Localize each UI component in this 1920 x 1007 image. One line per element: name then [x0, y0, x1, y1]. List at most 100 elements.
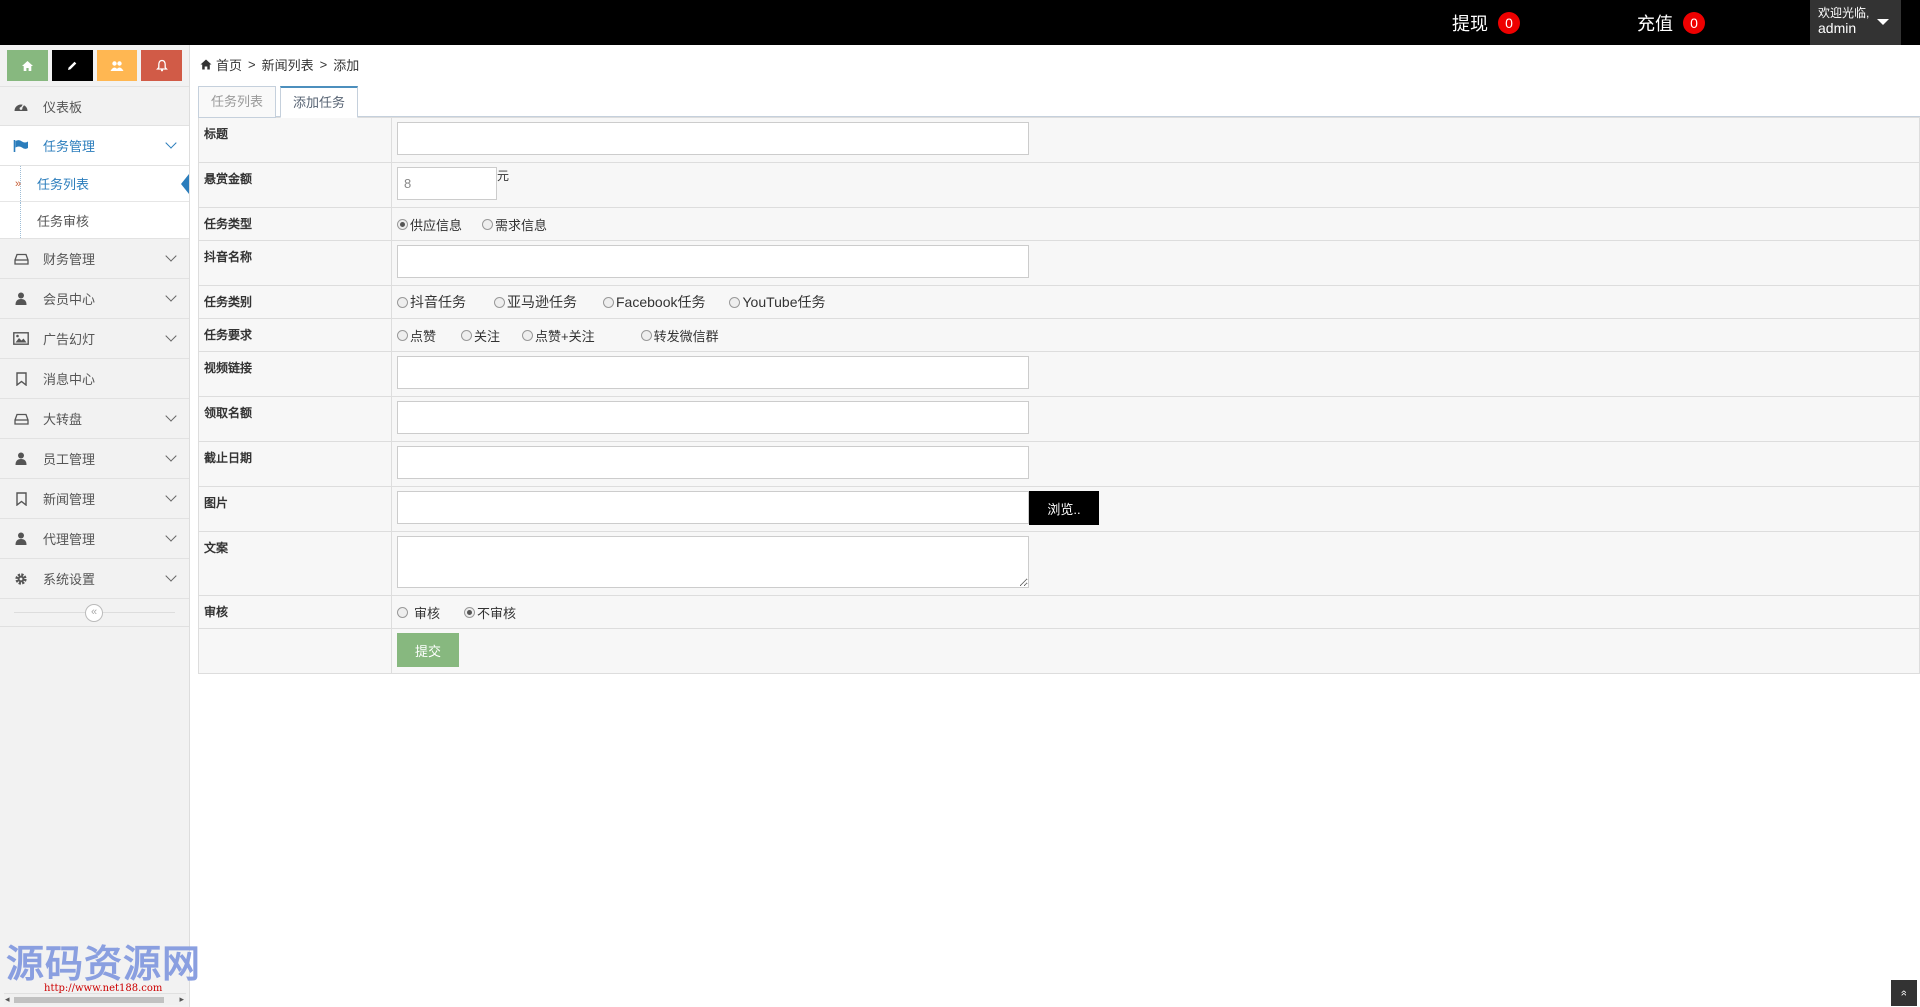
browse-button[interactable]: 浏览.. [1029, 491, 1099, 525]
sidebar-item-settings[interactable]: 系统设置 [0, 559, 189, 599]
submit-button[interactable]: 提交 [397, 633, 459, 667]
user-icon [13, 531, 29, 547]
sidebar-item-member-center[interactable]: 会员中心 [0, 279, 189, 319]
chevron-down-icon [165, 250, 177, 262]
user-menu[interactable]: 欢迎光临, admin [1810, 0, 1901, 45]
tab-task-list[interactable]: 任务列表 [198, 86, 277, 118]
title-label: 标题 [198, 117, 392, 163]
radio-label: 点赞+关注 [535, 328, 595, 344]
back-to-top-button[interactable]: » [1891, 980, 1917, 1006]
user-icon [13, 451, 29, 467]
radio-label: 不审核 [477, 605, 517, 621]
require-like-follow-radio[interactable]: 点赞+关注 [522, 326, 595, 345]
submenu-item-task-list[interactable]: » 任务列表 [0, 166, 189, 202]
task-submenu: » 任务列表 任务审核 [0, 166, 189, 239]
radio-unchecked-icon [494, 296, 505, 308]
deadline-input[interactable] [397, 446, 1029, 479]
breadcrumb-current: 添加 [333, 57, 360, 73]
watermark-title: 源码资源网 [6, 941, 202, 986]
require-wechat-radio[interactable]: 转发微信群 [640, 326, 719, 345]
sidebar-item-finance[interactable]: 财务管理 [0, 239, 189, 279]
requirement-label: 任务要求 [198, 318, 392, 352]
category-facebook-radio[interactable]: Facebook任务 [603, 292, 705, 312]
sidebar-item-staff[interactable]: 员工管理 [0, 439, 189, 479]
radio-unchecked-icon [397, 329, 408, 341]
submenu-item-task-review[interactable]: 任务审核 [0, 202, 189, 238]
image-path-input[interactable] [397, 491, 1029, 524]
image-label: 图片 [198, 486, 392, 532]
sidebar-item-label: 财务管理 [43, 252, 96, 267]
reward-input[interactable] [397, 167, 497, 200]
category-amazon-radio[interactable]: 亚马逊任务 [494, 292, 577, 312]
category-label: 任务类别 [198, 285, 392, 319]
pencil-shortcut-button[interactable] [51, 50, 93, 81]
type-label: 任务类型 [198, 207, 392, 241]
require-like-radio[interactable]: 点赞 [397, 326, 436, 345]
title-input[interactable] [397, 122, 1029, 155]
sidebar-item-label: 仪表板 [43, 99, 83, 115]
sidebar-item-message-center[interactable]: 消息中心 [0, 359, 189, 399]
scroll-left-icon: ◂ [5, 994, 10, 1004]
chevron-down-icon [165, 137, 177, 149]
home-shortcut-button[interactable] [7, 50, 48, 81]
recharge-count-badge: 0 [1683, 12, 1705, 34]
type-demand-radio[interactable]: 需求信息 [482, 215, 547, 234]
sidebar-item-label: 代理管理 [43, 532, 96, 547]
scrollbar-thumb[interactable] [14, 997, 164, 1003]
form-row-requirement: 任务要求 点赞 关注 点赞+关注 转发微信群 [198, 318, 1920, 352]
sidebar-item-news[interactable]: 新闻管理 [0, 479, 189, 519]
bookmark-icon [13, 491, 29, 507]
withdraw-link[interactable]: 提现 0 [1452, 10, 1520, 36]
audit-yes-radio[interactable]: 审核 [397, 603, 440, 622]
quota-input[interactable] [397, 401, 1029, 434]
sidebar-item-wheel[interactable]: 大转盘 [0, 399, 189, 439]
sidebar-item-dashboard[interactable]: 仪表板 [0, 86, 189, 126]
watermark-logo: 源码资源网 http://www.net188.com [6, 941, 206, 994]
copy-textarea[interactable] [397, 536, 1029, 588]
audit-label: 审核 [198, 595, 392, 629]
bell-shortcut-button[interactable] [141, 50, 182, 81]
sidebar-item-agents[interactable]: 代理管理 [0, 519, 189, 559]
double-arrow-icon: » [15, 177, 22, 190]
shortcut-buttons [0, 45, 189, 86]
sidebar: 仪表板 任务管理 » 任务列表 任务审核 财务管理 会员中心 广告幻灯 消息中心… [0, 45, 200, 1007]
horizontal-scrollbar[interactable]: ◂ ▸ [4, 993, 186, 1005]
require-follow-radio[interactable]: 关注 [461, 326, 500, 345]
sidebar-collapse-button[interactable]: « [85, 604, 103, 622]
sidebar-item-label: 任务管理 [43, 139, 96, 154]
withdraw-label: 提现 [1452, 14, 1488, 34]
chevron-down-icon [165, 290, 177, 302]
breadcrumb-news-list[interactable]: 新闻列表 [262, 55, 314, 74]
tab-bar: 任务列表 添加任务 [198, 83, 1920, 118]
chevron-down-icon [165, 330, 177, 342]
radio-unchecked-icon [397, 606, 408, 618]
video-link-input[interactable] [397, 356, 1029, 389]
category-douyin-radio[interactable]: 抖音任务 [397, 292, 466, 312]
radio-unchecked-icon [482, 218, 494, 230]
submenu-item-label: 任务列表 [37, 177, 90, 192]
tab-add-task[interactable]: 添加任务 [280, 86, 359, 118]
radio-label: 转发微信群 [653, 328, 719, 344]
chevron-down-icon [165, 450, 177, 462]
breadcrumb-home[interactable]: 首页 [216, 55, 242, 74]
sidebar-item-label: 系统设置 [43, 572, 96, 587]
picture-icon [13, 331, 29, 347]
bell-icon [155, 59, 168, 72]
radio-label: 亚马逊任务 [507, 294, 577, 310]
type-supply-radio[interactable]: 供应信息 [397, 215, 462, 234]
drive-icon [13, 251, 29, 267]
category-youtube-radio[interactable]: YouTube任务 [729, 292, 826, 312]
sidebar-item-ad-slides[interactable]: 广告幻灯 [0, 319, 189, 359]
reward-label: 悬赏金额 [198, 162, 392, 208]
radio-checked-icon [464, 606, 476, 618]
douyin-name-input[interactable] [397, 245, 1029, 278]
users-shortcut-button[interactable] [96, 50, 138, 81]
form-row-douyin: 抖音名称 [198, 240, 1920, 286]
sidebar-collapse-row: « [0, 599, 189, 627]
deadline-label: 截止日期 [198, 441, 392, 487]
recharge-link[interactable]: 充值 0 [1637, 10, 1705, 36]
audit-no-radio[interactable]: 不审核 [464, 603, 516, 622]
sidebar-item-label: 消息中心 [43, 372, 96, 387]
gear-icon [13, 571, 29, 587]
sidebar-item-task-management[interactable]: 任务管理 [0, 126, 189, 166]
